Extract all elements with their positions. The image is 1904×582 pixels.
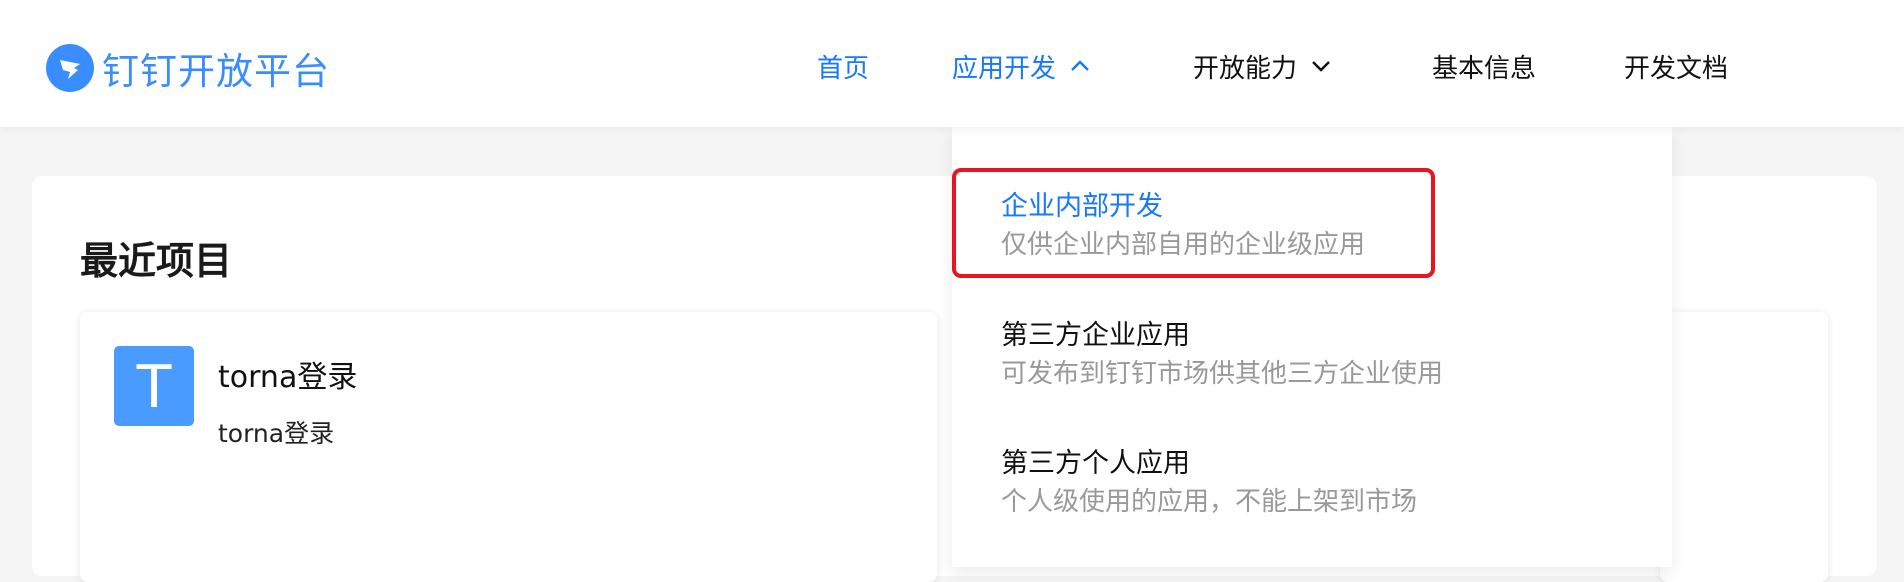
project-avatar: T	[114, 346, 194, 426]
nav-open-capabilities[interactable]: 开放能力	[1193, 44, 1331, 88]
nav-basic-info[interactable]: 基本信息	[1432, 44, 1536, 88]
dingtalk-logo-icon	[46, 44, 94, 92]
brand-name: 钉钉开放平台	[102, 50, 330, 93]
menu-item-description: 可发布到钉钉市场供其他三方企业使用	[1001, 359, 1444, 389]
nav-basic-info-label: 基本信息	[1432, 53, 1537, 84]
selection-highlight-box	[952, 168, 1435, 278]
project-name: torna登录	[218, 360, 358, 395]
nav-home-label: 首页	[817, 53, 870, 84]
nav-app-development-label: 应用开发	[952, 53, 1057, 84]
project-description: torna登录	[218, 419, 335, 448]
nav-app-development[interactable]: 应用开发	[952, 44, 1090, 88]
menu-item-description: 个人级使用的应用，不能上架到市场	[1001, 487, 1418, 517]
nav-home[interactable]: 首页	[817, 44, 869, 88]
menu-item-title: 第三方个人应用	[1001, 448, 1190, 479]
menu-item-title: 第三方企业应用	[1001, 320, 1190, 351]
section-title: 最近项目	[80, 239, 233, 283]
menu-item-third-party-enterprise-app[interactable]: 第三方企业应用 可发布到钉钉市场供其他三方企业使用	[952, 297, 1672, 407]
menu-item-third-party-personal-app[interactable]: 第三方个人应用 个人级使用的应用，不能上架到市场	[952, 425, 1672, 535]
project-card[interactable]	[1660, 312, 1828, 582]
project-card[interactable]: T torna登录 torna登录	[80, 312, 937, 582]
chevron-up-icon	[1071, 60, 1089, 71]
brand-logo[interactable]: 钉钉开放平台	[46, 44, 330, 93]
nav-dev-docs-label: 开发文档	[1624, 53, 1729, 84]
nav-dev-docs[interactable]: 开发文档	[1624, 44, 1728, 88]
chevron-down-icon	[1312, 61, 1330, 72]
nav-open-capabilities-label: 开放能力	[1193, 53, 1298, 84]
top-navigation-bar: 钉钉开放平台 首页 应用开发 开放能力 基本信息 开发文档	[0, 0, 1904, 127]
